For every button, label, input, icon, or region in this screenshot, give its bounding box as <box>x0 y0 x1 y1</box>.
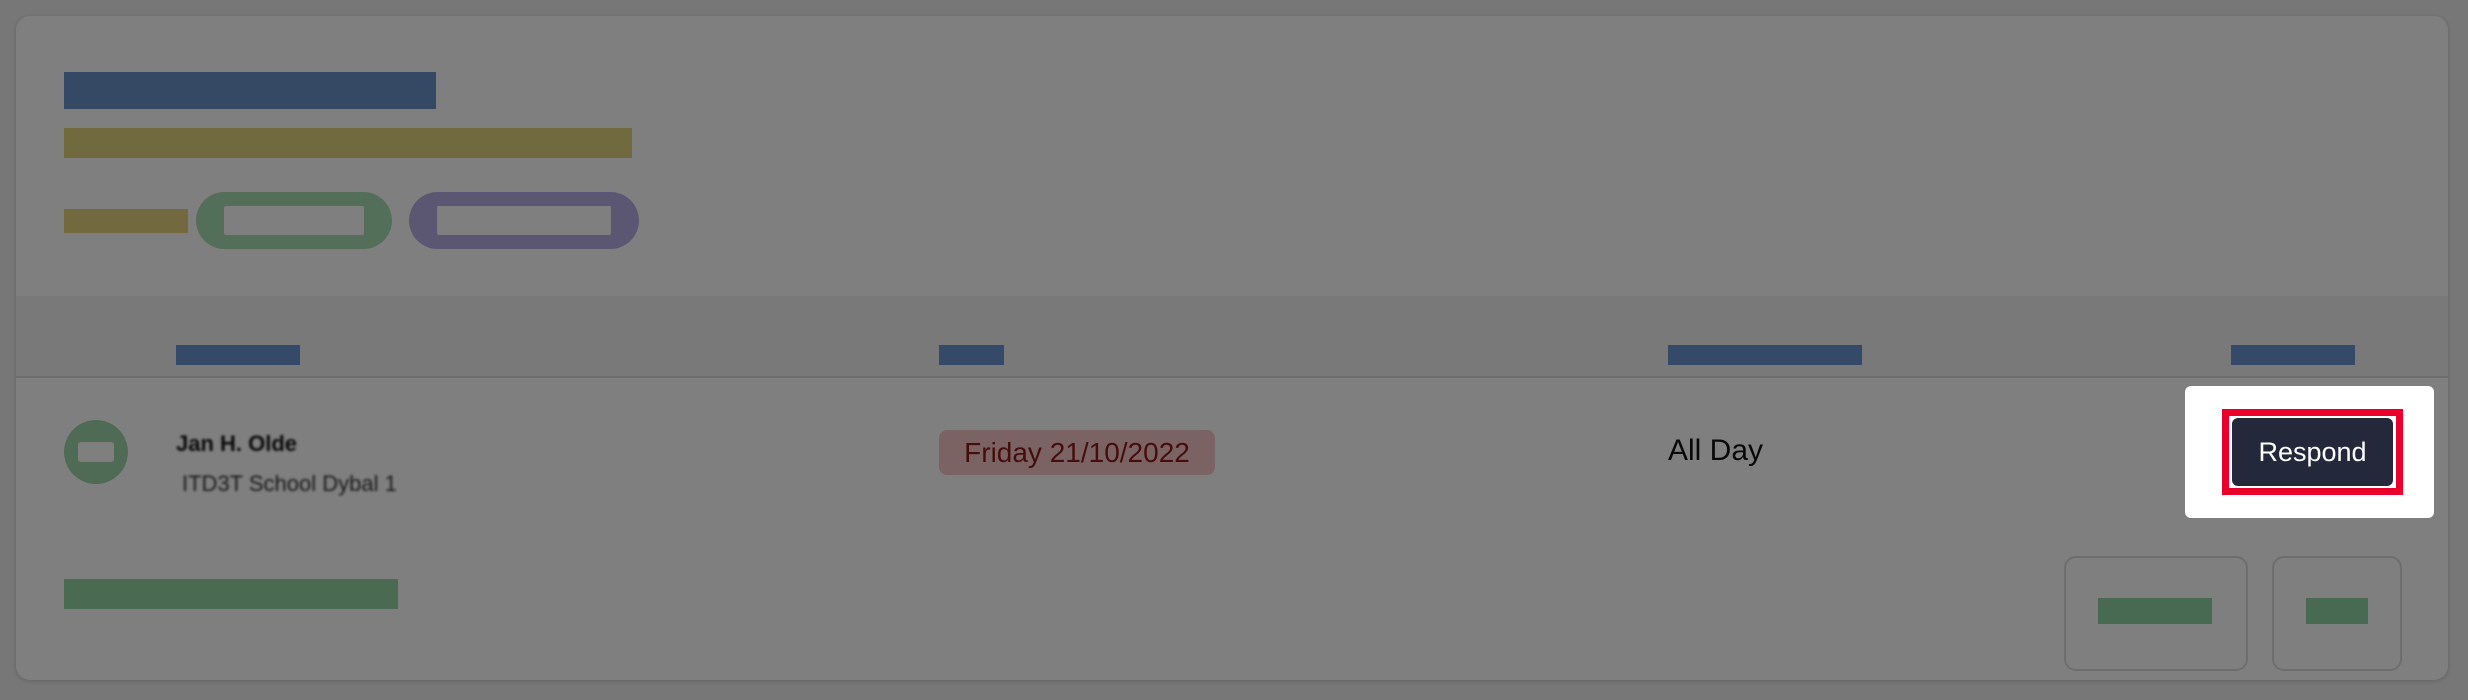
avatar-initials-placeholder <box>78 442 114 462</box>
footer-text-placeholder <box>64 579 398 609</box>
table-header <box>16 296 2448 378</box>
card-subtitle-placeholder <box>64 128 632 158</box>
footer-button-label-placeholder <box>2306 598 2368 624</box>
date-badge: Friday 21/10/2022 <box>939 430 1215 475</box>
column-header-action-placeholder <box>2231 345 2355 365</box>
column-header-date-placeholder <box>939 345 1004 365</box>
avatar <box>64 420 128 484</box>
footer-button-label-placeholder <box>2098 598 2212 624</box>
pill-label-placeholder <box>437 206 611 235</box>
pill-label-placeholder <box>224 206 364 235</box>
column-header-time-placeholder <box>1668 345 1862 365</box>
row-subtitle: ITD3T School Dybal 1 <box>182 471 397 496</box>
status-pill-green <box>196 192 392 249</box>
screen: Jan H. Olde ITD3T School Dybal 1 Friday … <box>0 0 2468 700</box>
footer-button-primary[interactable] <box>2064 556 2248 671</box>
time-label: All Day <box>1668 434 1764 467</box>
status-pill-purple <box>409 192 639 249</box>
card-meta-placeholder <box>64 209 188 233</box>
respond-button[interactable]: Respond <box>2232 418 2393 486</box>
event-card: Jan H. Olde ITD3T School Dybal 1 Friday … <box>16 16 2448 680</box>
footer-button-secondary[interactable] <box>2272 556 2402 671</box>
column-header-name-placeholder <box>176 345 300 365</box>
row-name: Jan H. Olde <box>176 431 298 456</box>
card-title-placeholder <box>64 72 436 109</box>
